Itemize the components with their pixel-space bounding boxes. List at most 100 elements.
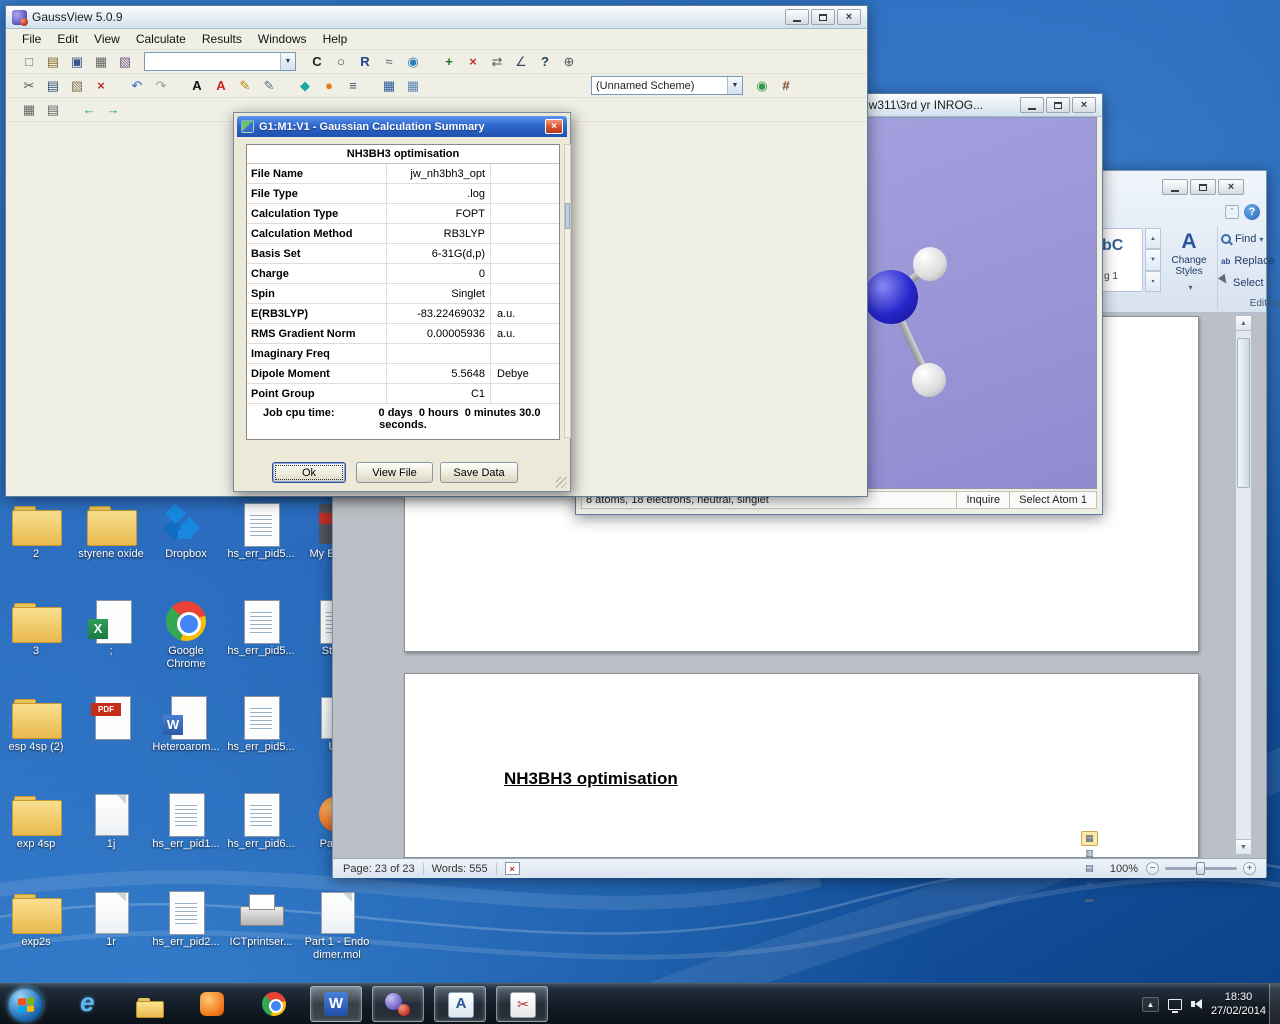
help-button[interactable]: ?	[1244, 204, 1260, 220]
word-count[interactable]: Words: 555	[432, 863, 488, 875]
close-button[interactable]: ×	[1218, 179, 1244, 195]
maximize-button[interactable]	[1190, 179, 1216, 195]
menu-item[interactable]: Windows	[250, 30, 315, 48]
element-fragment-button[interactable]: C	[306, 52, 328, 72]
gallery-scroll-up-button[interactable]: ▲	[1145, 228, 1161, 250]
close-button[interactable]: ×	[1072, 97, 1096, 113]
menu-item[interactable]: Calculate	[128, 30, 194, 48]
maximize-button[interactable]	[1046, 97, 1070, 113]
hydrogen-atom[interactable]	[913, 247, 947, 281]
invert-bond-button[interactable]: ⇄	[486, 52, 508, 72]
measure-angle-button[interactable]: ∠	[510, 52, 532, 72]
save-file-button[interactable]: ▣	[66, 52, 88, 72]
desktop-icon[interactable]: Part 1 - Endo dimer.mol	[301, 888, 373, 962]
draft-view-button[interactable]: ▬	[1081, 891, 1098, 906]
ok-button[interactable]: Ok	[272, 462, 346, 483]
chevron-down-icon[interactable]: ▼	[727, 77, 742, 94]
menu-item[interactable]: Edit	[49, 30, 86, 48]
nitrogen-atom[interactable]	[864, 270, 918, 324]
find-button[interactable]: Find ▾	[1221, 228, 1280, 250]
desktop-icon[interactable]	[75, 693, 147, 741]
minimize-button[interactable]	[1162, 179, 1188, 195]
delete-atom-button[interactable]: ×	[462, 52, 484, 72]
select-button[interactable]: Select ▾	[1217, 272, 1280, 294]
point-charge-button[interactable]: ●	[318, 76, 340, 96]
builder-tools-button[interactable]: #	[775, 76, 797, 96]
minimize-button[interactable]	[785, 9, 809, 25]
atom-list-editor-button[interactable]: ≡	[342, 76, 364, 96]
taskbar-chrome-button[interactable]	[248, 986, 300, 1022]
outline-view-button[interactable]: ≡	[1081, 876, 1098, 891]
recenter-button[interactable]: ⊕	[558, 52, 580, 72]
desktop-icon[interactable]: Heteroarom...	[150, 693, 222, 754]
fragment-combo[interactable]: ▼	[144, 52, 296, 71]
desktop-icon[interactable]: 1j	[75, 790, 147, 851]
view-file-button[interactable]: View File	[356, 462, 433, 483]
delete-button[interactable]: ×	[90, 76, 112, 96]
page-indicator[interactable]: Page: 23 of 23	[343, 863, 415, 875]
pencil-edit-button[interactable]: ✎	[234, 76, 256, 96]
inquire-mode-indicator[interactable]: Inquire	[956, 492, 1009, 508]
scroll-up-icon[interactable]: ▲	[1236, 316, 1251, 331]
taskbar-word-button[interactable]	[310, 986, 362, 1022]
molecule-view-alt-button[interactable]: ▦	[402, 76, 424, 96]
forward-button[interactable]: →	[102, 100, 124, 120]
molecule-view-button[interactable]: ▦	[378, 76, 400, 96]
desktop-icon[interactable]: hs_err_pid5...	[225, 500, 297, 561]
back-button[interactable]: ←	[78, 100, 100, 120]
vertical-scrollbar[interactable]: ▲ ▼	[1235, 315, 1252, 855]
maximize-button[interactable]	[811, 9, 835, 25]
desktop-icon[interactable]: esp 4sp (2)	[0, 693, 72, 754]
proofing-error-icon[interactable]: ×	[504, 862, 520, 875]
close-button[interactable]: ×	[837, 9, 861, 25]
hydrogen-atom[interactable]	[912, 363, 946, 397]
zoom-in-button[interactable]: +	[1243, 862, 1256, 875]
desktop-icon[interactable]: hs_err_pid5...	[225, 597, 297, 658]
fullscreen-view-button[interactable]: ▥	[1081, 846, 1098, 861]
taskbar-snipping-tool-button[interactable]	[496, 986, 548, 1022]
desktop-icon[interactable]: exp 4sp	[0, 790, 72, 851]
data-table-button[interactable]: ▤	[42, 100, 64, 120]
redo-button[interactable]: ↷	[150, 76, 172, 96]
desktop-icon[interactable]: styrene oxide	[75, 500, 147, 561]
undo-button[interactable]: ↶	[126, 76, 148, 96]
menu-item[interactable]: View	[86, 30, 128, 48]
volume-tray-icon[interactable]	[1190, 999, 1202, 1009]
minimize-button[interactable]	[1020, 97, 1044, 113]
show-desktop-button[interactable]	[1269, 984, 1280, 1024]
replace-button[interactable]: ab Replace	[1221, 250, 1280, 272]
desktop-icon[interactable]: hs_err_pid5...	[225, 693, 297, 754]
zoom-slider-thumb[interactable]	[1196, 862, 1205, 875]
edit-atom-button[interactable]: A	[210, 76, 232, 96]
inquire-button[interactable]: ?	[534, 52, 556, 72]
taskbar-media-app-button[interactable]	[186, 986, 238, 1022]
link-fragment-button[interactable]: ≈	[378, 52, 400, 72]
change-styles-button[interactable]: A Change Styles ▾	[1165, 228, 1213, 312]
resize-grip[interactable]	[556, 477, 567, 488]
show-hidden-icons-button[interactable]: ▲	[1141, 996, 1159, 1012]
print-layout-view-button[interactable]: ▦	[1080, 831, 1098, 846]
desktop-icon[interactable]: ;	[75, 597, 147, 658]
menu-item[interactable]: Results	[194, 30, 250, 48]
ribbon-collapse-button[interactable]: ˆ	[1225, 205, 1239, 219]
color-scheme-button[interactable]: ◉	[751, 76, 773, 96]
dialog-scrollbar[interactable]	[564, 144, 571, 438]
desktop-icon[interactable]: Dropbox	[150, 500, 222, 561]
taskbar-explorer-button[interactable]	[124, 986, 176, 1022]
start-button[interactable]	[8, 987, 43, 1022]
network-tray-icon[interactable]	[1167, 998, 1182, 1013]
dialog-titlebar[interactable]: G1:M1:V1 - Gaussian Calculation Summary …	[237, 116, 567, 137]
gallery-more-button[interactable]: ▾	[1145, 270, 1161, 292]
r-group-fragment-button[interactable]: R	[354, 52, 376, 72]
print-button[interactable]: ▦	[90, 52, 112, 72]
copy-button[interactable]: ▤	[42, 76, 64, 96]
menu-item[interactable]: Help	[315, 30, 356, 48]
ring-fragment-button[interactable]: ○	[330, 52, 352, 72]
add-valence-button[interactable]: +	[438, 52, 460, 72]
save-data-button[interactable]: Save Data	[440, 462, 518, 483]
desktop-icon[interactable]: 3	[0, 597, 72, 658]
desktop-icon[interactable]: 1r	[75, 888, 147, 949]
gallery-scroll-down-button[interactable]: ▼	[1145, 249, 1161, 271]
taskbar-text-editor-button[interactable]	[434, 986, 486, 1022]
solvate-button[interactable]: ◉	[402, 52, 424, 72]
